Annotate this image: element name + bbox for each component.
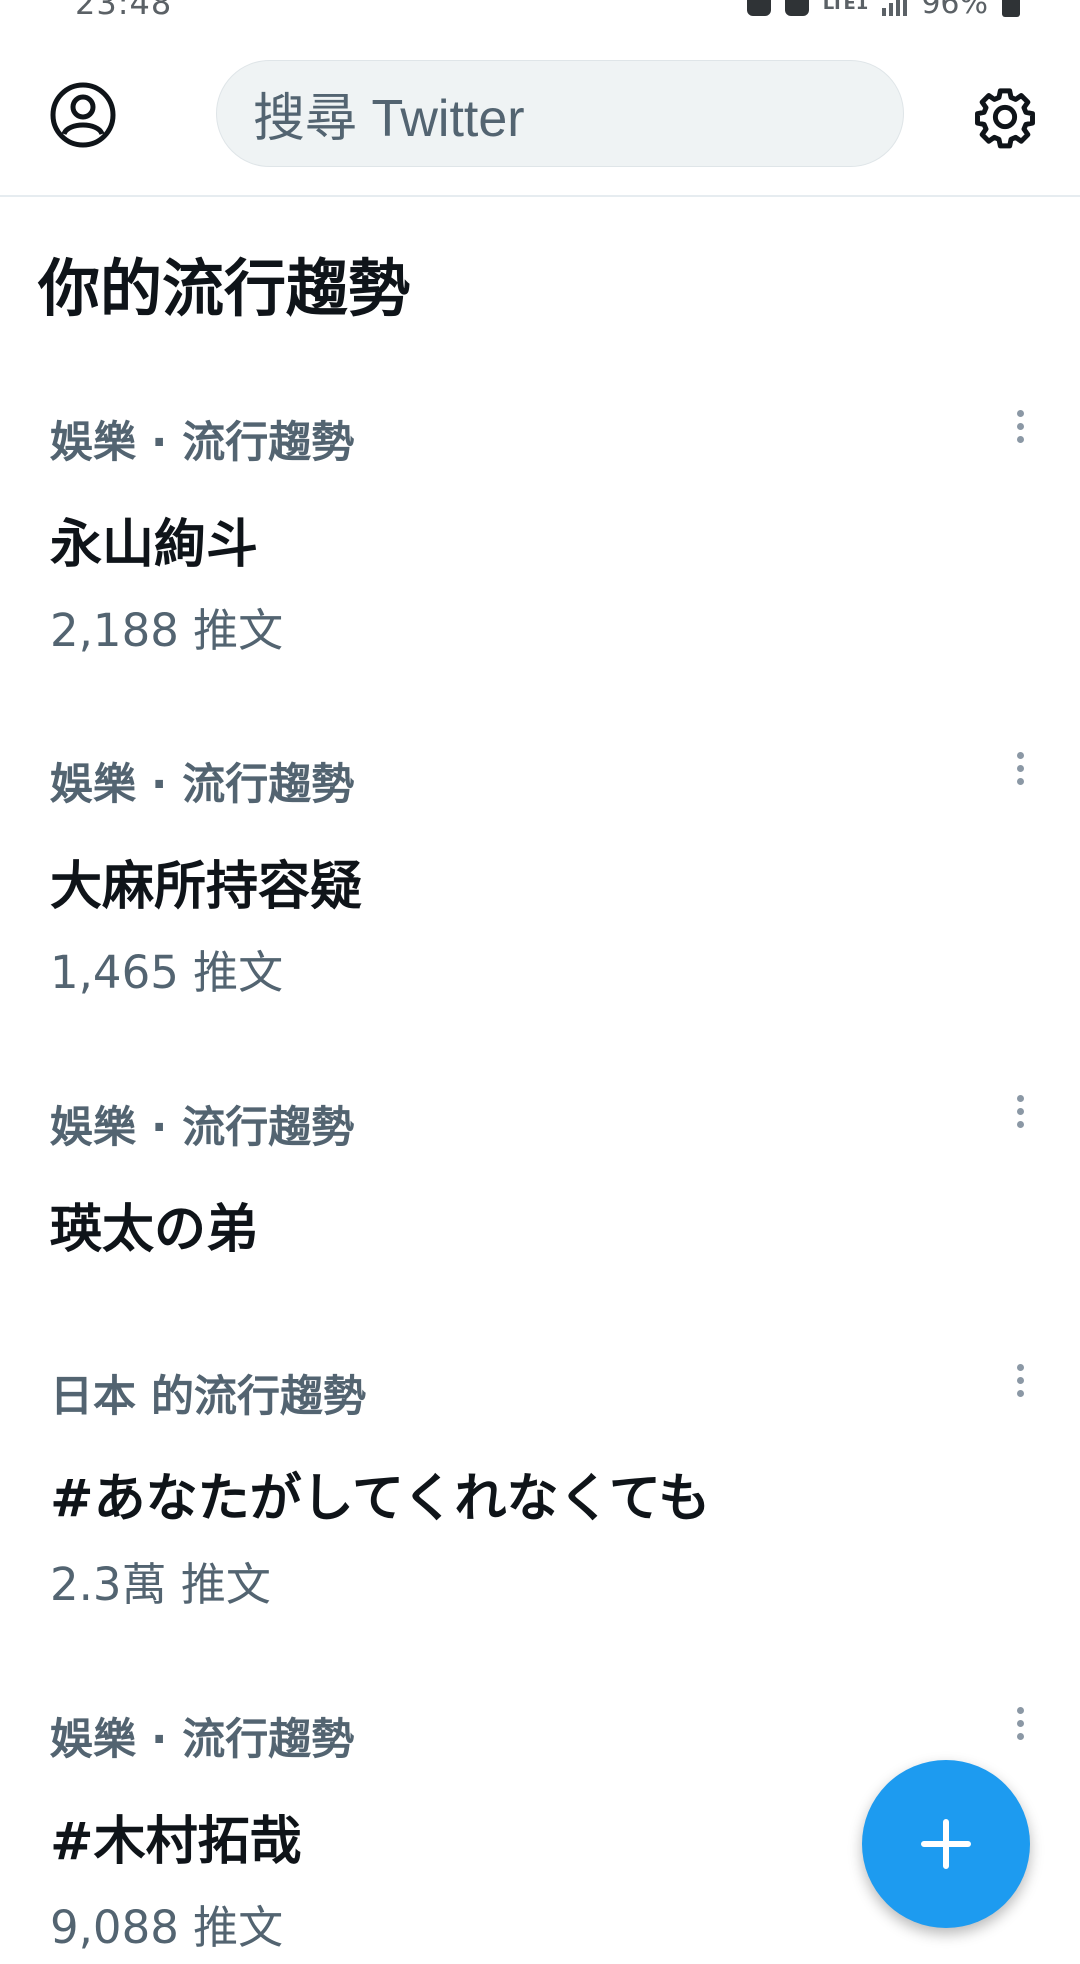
- status-time: 23:48: [75, 0, 173, 22]
- gear-icon[interactable]: [972, 84, 1038, 150]
- alarm-icon: [784, 0, 809, 16]
- compose-tweet-button[interactable]: [862, 1760, 1030, 1928]
- trend-category: 娛樂 · 流行趨勢: [50, 1715, 355, 1765]
- signal-icon: [882, 0, 908, 16]
- trend-name: 大麻所持容疑: [50, 857, 363, 917]
- trend-category: 娛樂 · 流行趨勢: [50, 418, 355, 468]
- more-options-icon[interactable]: [1000, 1083, 1040, 1139]
- battery-icon: [1002, 0, 1020, 17]
- trend-item[interactable]: 日本 的流行趨勢 #あなたがしてくれなくても 2.3萬 推文: [0, 1362, 1080, 1612]
- trend-item[interactable]: 娛樂 · 流行趨勢 永山絢斗 2,188 推文: [0, 408, 1080, 658]
- status-indicators: LTE1 96%: [746, 0, 1020, 21]
- trend-name: #あなたがしてくれなくても: [50, 1469, 711, 1529]
- network-type-label: LTE1: [822, 0, 869, 14]
- trend-category: 日本 的流行趨勢: [50, 1372, 366, 1422]
- more-options-icon[interactable]: [1000, 1695, 1040, 1751]
- trend-tweet-count: 1,465 推文: [50, 946, 284, 999]
- more-options-icon[interactable]: [1000, 1352, 1040, 1408]
- trend-name: 永山絢斗: [50, 515, 259, 575]
- trend-tweet-count: 2.3萬 推文: [50, 1558, 271, 1611]
- user-circle-icon[interactable]: [50, 82, 116, 148]
- more-options-icon[interactable]: [1000, 398, 1040, 454]
- search-input[interactable]: 搜尋 Twitter: [216, 60, 904, 167]
- trend-name: 瑛太の弟: [50, 1200, 259, 1260]
- status-bar: 23:48 LTE1 96%: [0, 0, 1080, 22]
- plus-icon: [921, 1819, 971, 1869]
- section-title: 你的流行趨勢: [38, 252, 411, 325]
- trend-category: 娛樂 · 流行趨勢: [50, 1103, 355, 1153]
- search-placeholder: 搜尋 Twitter: [253, 90, 525, 148]
- battery-level: 96%: [921, 0, 988, 21]
- notification-icon: [746, 0, 771, 16]
- trend-item[interactable]: 娛樂 · 流行趨勢 瑛太の弟: [0, 1093, 1080, 1273]
- trend-tweet-count: 9,088 推文: [50, 1901, 284, 1954]
- trend-category: 娛樂 · 流行趨勢: [50, 760, 355, 810]
- top-app-bar: 搜尋 Twitter: [0, 22, 1080, 197]
- trend-name: #木村拓哉: [50, 1812, 302, 1872]
- trend-tweet-count: 2,188 推文: [50, 604, 284, 657]
- trend-item[interactable]: 娛樂 · 流行趨勢 大麻所持容疑 1,465 推文: [0, 750, 1080, 1000]
- more-options-icon[interactable]: [1000, 740, 1040, 796]
